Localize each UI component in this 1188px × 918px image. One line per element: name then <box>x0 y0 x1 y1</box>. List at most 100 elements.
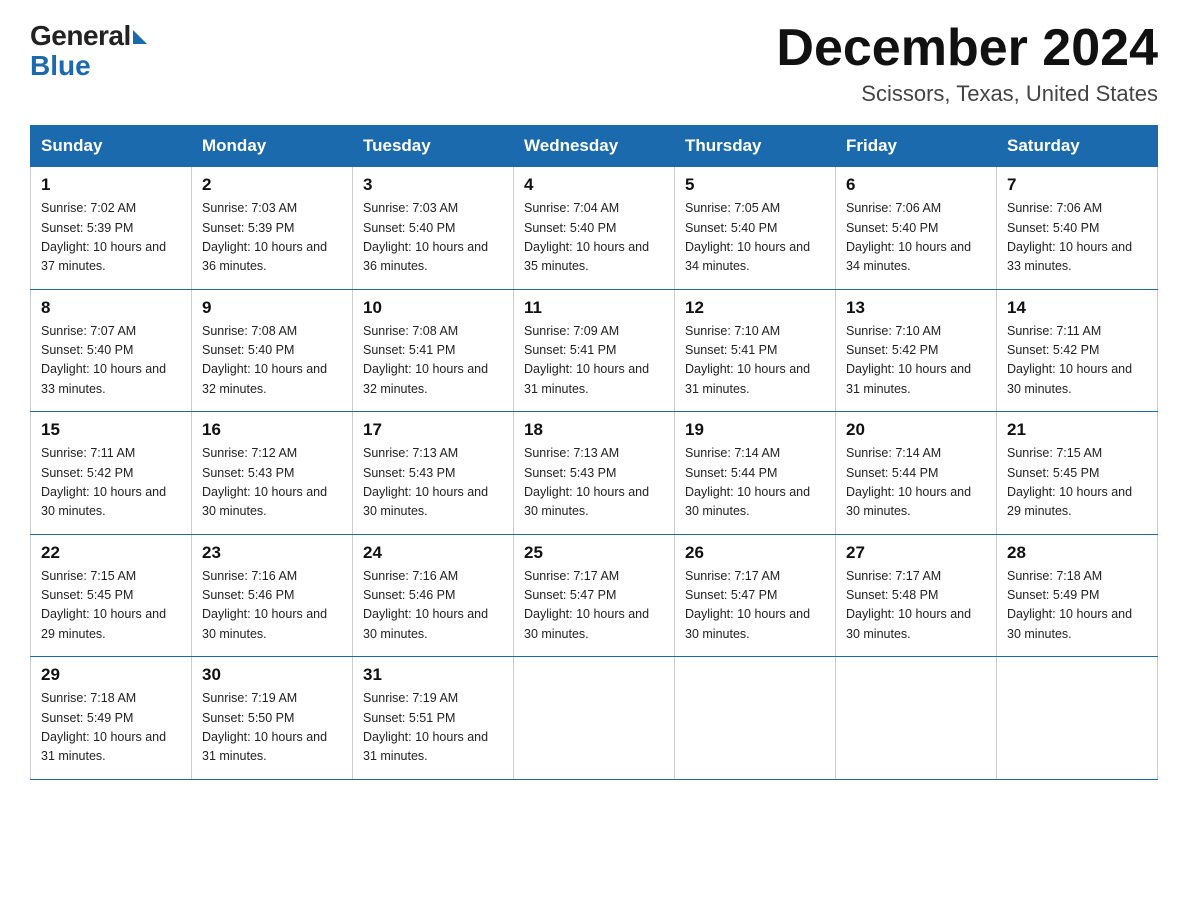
day-number: 22 <box>41 543 181 563</box>
day-number: 9 <box>202 298 342 318</box>
day-number: 3 <box>363 175 503 195</box>
day-info: Sunrise: 7:18 AMSunset: 5:49 PMDaylight:… <box>41 689 181 767</box>
day-info: Sunrise: 7:04 AMSunset: 5:40 PMDaylight:… <box>524 199 664 277</box>
calendar-header-row: Sunday Monday Tuesday Wednesday Thursday… <box>31 126 1158 167</box>
calendar-week-row: 15Sunrise: 7:11 AMSunset: 5:42 PMDayligh… <box>31 412 1158 535</box>
page-header: General Blue December 2024 Scissors, Tex… <box>30 20 1158 107</box>
calendar-table: Sunday Monday Tuesday Wednesday Thursday… <box>30 125 1158 780</box>
day-info: Sunrise: 7:13 AMSunset: 5:43 PMDaylight:… <box>363 444 503 522</box>
table-row: 10 Sunrise: 7:08 AMSunset: 5:41 PMDayligh… <box>353 289 514 412</box>
day-info: Sunrise: 7:16 AMSunset: 5:46 PMDaylight:… <box>363 567 503 645</box>
day-info: Sunrise: 7:06 AMSunset: 5:40 PMDaylight:… <box>846 199 986 277</box>
logo-arrow-icon <box>133 30 147 44</box>
day-info: Sunrise: 7:14 AMSunset: 5:44 PMDaylight:… <box>685 444 825 522</box>
table-row: 27Sunrise: 7:17 AMSunset: 5:48 PMDayligh… <box>836 534 997 657</box>
day-info: Sunrise: 7:15 AMSunset: 5:45 PMDaylight:… <box>41 567 181 645</box>
day-info: Sunrise: 7:08 AMSunset: 5:40 PMDaylight:… <box>202 322 342 400</box>
table-row: 26Sunrise: 7:17 AMSunset: 5:47 PMDayligh… <box>675 534 836 657</box>
col-tuesday: Tuesday <box>353 126 514 167</box>
col-monday: Monday <box>192 126 353 167</box>
table-row <box>836 657 997 780</box>
day-info: Sunrise: 7:17 AMSunset: 5:47 PMDaylight:… <box>524 567 664 645</box>
day-number: 23 <box>202 543 342 563</box>
col-thursday: Thursday <box>675 126 836 167</box>
day-info: Sunrise: 7:03 AMSunset: 5:39 PMDaylight:… <box>202 199 342 277</box>
table-row: 21 Sunrise: 7:15 AMSunset: 5:45 PMDayligh… <box>997 412 1158 535</box>
day-number: 18 <box>524 420 664 440</box>
table-row: 13 Sunrise: 7:10 AMSunset: 5:42 PMDayligh… <box>836 289 997 412</box>
day-info: Sunrise: 7:09 AMSunset: 5:41 PMDaylight:… <box>524 322 664 400</box>
table-row: 22 Sunrise: 7:15 AMSunset: 5:45 PMDayligh… <box>31 534 192 657</box>
day-number: 15 <box>41 420 181 440</box>
day-info: Sunrise: 7:15 AMSunset: 5:45 PMDaylight:… <box>1007 444 1147 522</box>
day-number: 16 <box>202 420 342 440</box>
day-info: Sunrise: 7:18 AMSunset: 5:49 PMDaylight:… <box>1007 567 1147 645</box>
table-row: 6 Sunrise: 7:06 AMSunset: 5:40 PMDaylight… <box>836 167 997 290</box>
day-number: 10 <box>363 298 503 318</box>
col-saturday: Saturday <box>997 126 1158 167</box>
table-row: 8 Sunrise: 7:07 AMSunset: 5:40 PMDaylight… <box>31 289 192 412</box>
day-info: Sunrise: 7:08 AMSunset: 5:41 PMDaylight:… <box>363 322 503 400</box>
day-number: 7 <box>1007 175 1147 195</box>
table-row <box>997 657 1158 780</box>
table-row: 17Sunrise: 7:13 AMSunset: 5:43 PMDayligh… <box>353 412 514 535</box>
table-row: 9 Sunrise: 7:08 AMSunset: 5:40 PMDaylight… <box>192 289 353 412</box>
day-info: Sunrise: 7:12 AMSunset: 5:43 PMDaylight:… <box>202 444 342 522</box>
day-number: 25 <box>524 543 664 563</box>
day-number: 1 <box>41 175 181 195</box>
day-number: 26 <box>685 543 825 563</box>
col-wednesday: Wednesday <box>514 126 675 167</box>
logo-general-text: General <box>30 20 131 52</box>
table-row: 5Sunrise: 7:05 AMSunset: 5:40 PMDaylight… <box>675 167 836 290</box>
calendar-week-row: 8 Sunrise: 7:07 AMSunset: 5:40 PMDaylight… <box>31 289 1158 412</box>
col-friday: Friday <box>836 126 997 167</box>
day-number: 4 <box>524 175 664 195</box>
day-info: Sunrise: 7:07 AMSunset: 5:40 PMDaylight:… <box>41 322 181 400</box>
logo: General Blue <box>30 20 147 82</box>
table-row: 1Sunrise: 7:02 AMSunset: 5:39 PMDaylight… <box>31 167 192 290</box>
table-row: 24 Sunrise: 7:16 AMSunset: 5:46 PMDayligh… <box>353 534 514 657</box>
day-number: 21 <box>1007 420 1147 440</box>
calendar-week-row: 1Sunrise: 7:02 AMSunset: 5:39 PMDaylight… <box>31 167 1158 290</box>
table-row <box>514 657 675 780</box>
day-number: 24 <box>363 543 503 563</box>
day-number: 20 <box>846 420 986 440</box>
day-number: 14 <box>1007 298 1147 318</box>
table-row: 4 Sunrise: 7:04 AMSunset: 5:40 PMDaylight… <box>514 167 675 290</box>
table-row: 25 Sunrise: 7:17 AMSunset: 5:47 PMDayligh… <box>514 534 675 657</box>
table-row: 18Sunrise: 7:13 AMSunset: 5:43 PMDayligh… <box>514 412 675 535</box>
day-info: Sunrise: 7:19 AMSunset: 5:51 PMDaylight:… <box>363 689 503 767</box>
table-row: 31 Sunrise: 7:19 AMSunset: 5:51 PMDayligh… <box>353 657 514 780</box>
table-row: 16 Sunrise: 7:12 AMSunset: 5:43 PMDayligh… <box>192 412 353 535</box>
day-number: 19 <box>685 420 825 440</box>
table-row: 11 Sunrise: 7:09 AMSunset: 5:41 PMDayligh… <box>514 289 675 412</box>
day-number: 27 <box>846 543 986 563</box>
day-number: 13 <box>846 298 986 318</box>
calendar-week-row: 22 Sunrise: 7:15 AMSunset: 5:45 PMDayligh… <box>31 534 1158 657</box>
table-row: 23 Sunrise: 7:16 AMSunset: 5:46 PMDayligh… <box>192 534 353 657</box>
day-info: Sunrise: 7:06 AMSunset: 5:40 PMDaylight:… <box>1007 199 1147 277</box>
day-number: 29 <box>41 665 181 685</box>
table-row: 2 Sunrise: 7:03 AMSunset: 5:39 PMDaylight… <box>192 167 353 290</box>
table-row <box>675 657 836 780</box>
day-info: Sunrise: 7:14 AMSunset: 5:44 PMDaylight:… <box>846 444 986 522</box>
day-number: 28 <box>1007 543 1147 563</box>
day-number: 11 <box>524 298 664 318</box>
day-number: 5 <box>685 175 825 195</box>
table-row: 3 Sunrise: 7:03 AMSunset: 5:40 PMDaylight… <box>353 167 514 290</box>
day-info: Sunrise: 7:19 AMSunset: 5:50 PMDaylight:… <box>202 689 342 767</box>
title-block: December 2024 Scissors, Texas, United St… <box>776 20 1158 107</box>
day-number: 6 <box>846 175 986 195</box>
day-number: 8 <box>41 298 181 318</box>
day-info: Sunrise: 7:03 AMSunset: 5:40 PMDaylight:… <box>363 199 503 277</box>
table-row: 20 Sunrise: 7:14 AMSunset: 5:44 PMDayligh… <box>836 412 997 535</box>
day-info: Sunrise: 7:16 AMSunset: 5:46 PMDaylight:… <box>202 567 342 645</box>
day-info: Sunrise: 7:10 AMSunset: 5:42 PMDaylight:… <box>846 322 986 400</box>
location-title: Scissors, Texas, United States <box>776 81 1158 107</box>
table-row: 28 Sunrise: 7:18 AMSunset: 5:49 PMDayligh… <box>997 534 1158 657</box>
logo-blue-text: Blue <box>30 50 147 82</box>
day-number: 31 <box>363 665 503 685</box>
day-number: 2 <box>202 175 342 195</box>
table-row: 14Sunrise: 7:11 AMSunset: 5:42 PMDayligh… <box>997 289 1158 412</box>
month-title: December 2024 <box>776 20 1158 77</box>
